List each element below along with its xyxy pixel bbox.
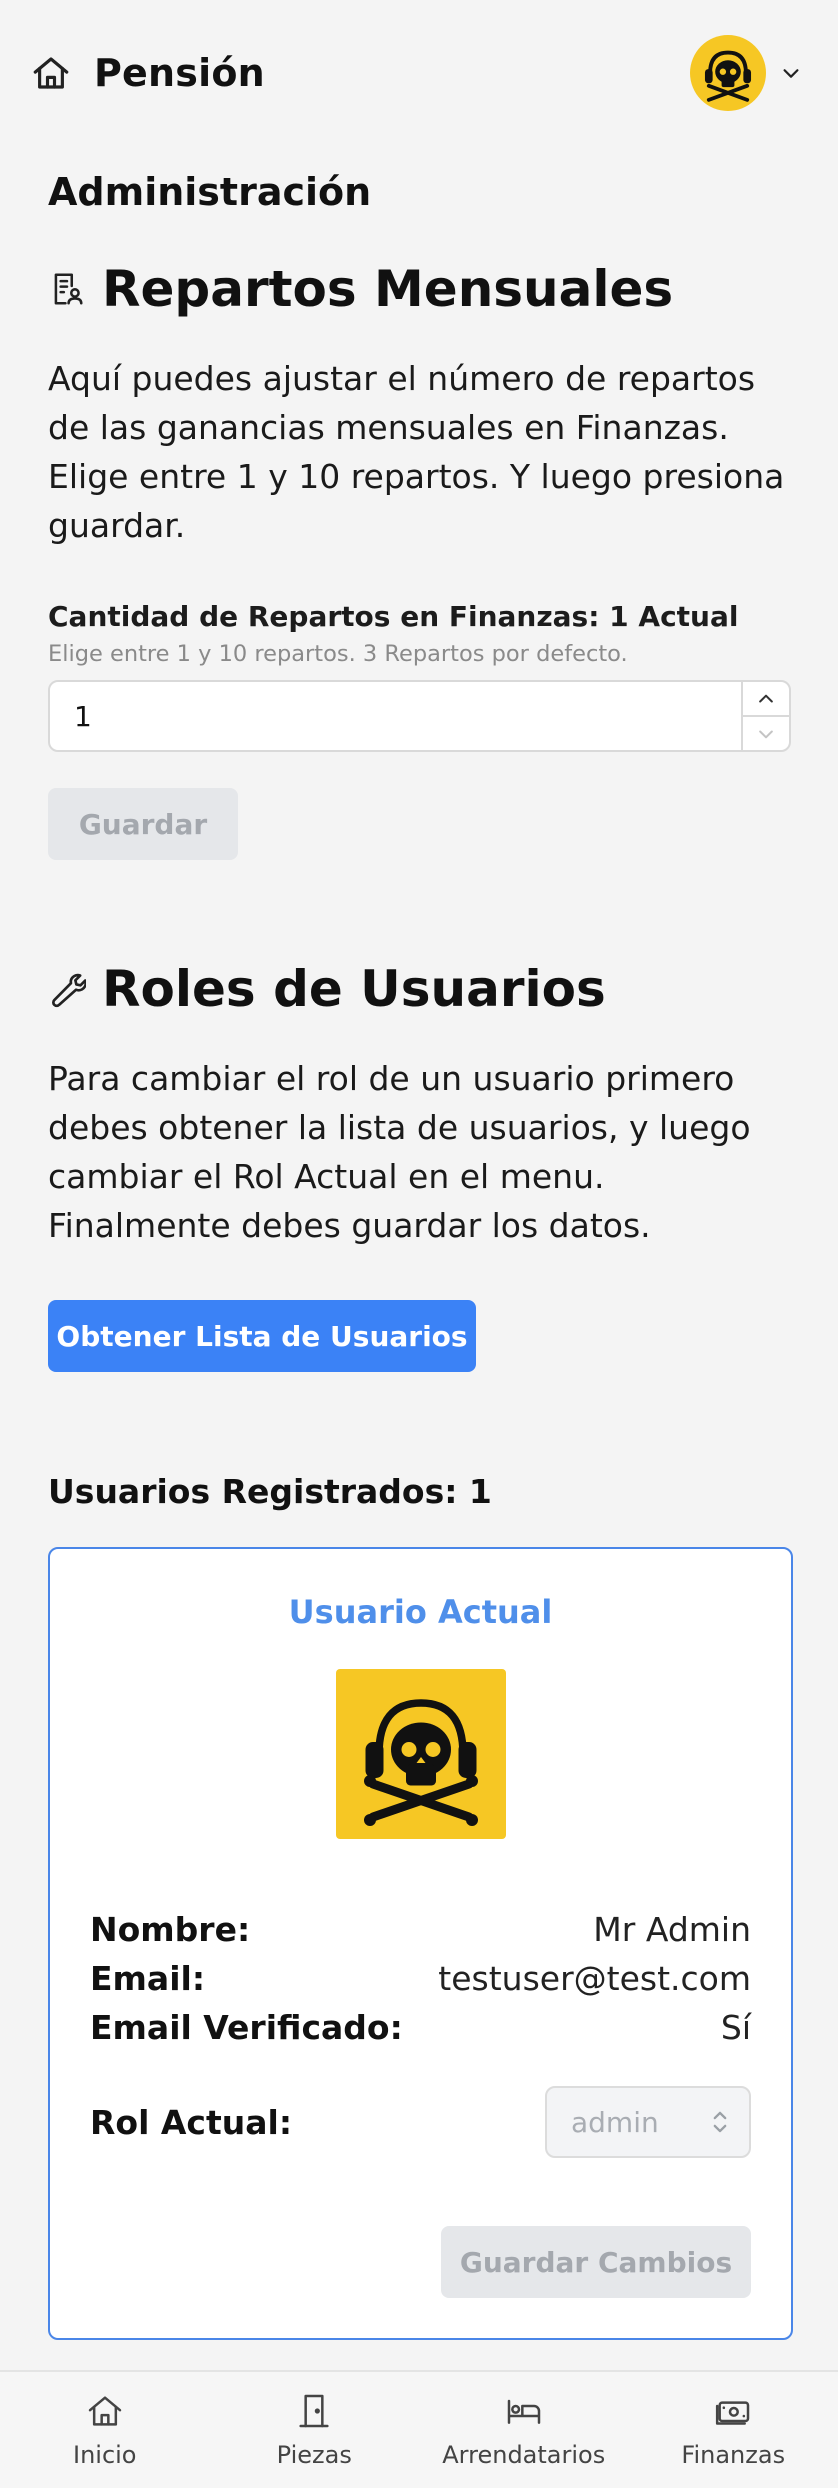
bottom-nav: Inicio Piezas Arrendatarios Finanzas: [0, 2370, 838, 2488]
nav-label: Inicio: [72, 2441, 137, 2469]
repartos-quantity-value[interactable]: 1: [50, 682, 741, 750]
role-label: Rol Actual:: [90, 2102, 293, 2142]
repartos-heading: Repartos Mensuales: [48, 260, 791, 318]
nav-item-inicio[interactable]: Inicio: [0, 2372, 210, 2488]
nav-label: Finanzas: [681, 2441, 786, 2469]
nav-item-arrendatarios[interactable]: Arrendatarios: [419, 2372, 629, 2488]
home-link[interactable]: Pensión: [30, 51, 265, 95]
user-avatar: [335, 1669, 506, 1839]
repartos-field-help: Elige entre 1 y 10 repartos. 3 Repartos …: [48, 641, 628, 667]
home-icon: [33, 56, 69, 89]
quantity-stepper[interactable]: [741, 682, 789, 750]
info-row-email-verified: Email Verificado: Sí: [90, 2003, 751, 2052]
role-row: Rol Actual: admin: [90, 2086, 751, 2158]
roles-heading: Roles de Usuarios: [48, 960, 791, 1018]
nav-item-piezas[interactable]: Piezas: [210, 2372, 420, 2488]
decrement-button[interactable]: [743, 715, 789, 750]
registered-users-count: Usuarios Registrados: 1: [48, 1472, 492, 1511]
repartos-title: Repartos Mensuales: [102, 260, 674, 318]
door-icon: [299, 2394, 329, 2428]
bed-icon: [507, 2399, 540, 2424]
money-icon: [716, 2401, 750, 2425]
chevron-down-icon: [759, 730, 773, 738]
user-info: Nombre: Mr Admin Email: testuser@test.co…: [50, 1905, 791, 2158]
nav-label: Arrendatarios: [442, 2441, 606, 2469]
fetch-users-button[interactable]: Obtener Lista de Usuarios: [48, 1300, 476, 1372]
user-menu-button[interactable]: [690, 34, 802, 111]
nav-label: Piezas: [276, 2441, 352, 2469]
skull-headphones-avatar: [363, 1699, 478, 1826]
roles-title: Roles de Usuarios: [102, 960, 606, 1018]
increment-button[interactable]: [743, 682, 789, 715]
avatar: [690, 34, 766, 111]
info-key: Nombre:: [90, 1910, 251, 1949]
chevron-down-icon: [783, 68, 799, 78]
page-title: Administración: [48, 170, 372, 214]
save-repartos-button[interactable]: Guardar: [48, 788, 238, 860]
info-key: Email:: [90, 1959, 206, 1998]
info-value: Sí: [720, 2008, 751, 2047]
repartos-description: Aquí puedes ajustar el número de reparto…: [48, 359, 785, 545]
role-select-value: admin: [571, 2105, 659, 2139]
role-select[interactable]: admin: [545, 2086, 751, 2158]
info-row-email: Email: testuser@test.com: [90, 1954, 751, 2003]
wrench-icon: [52, 973, 86, 1008]
info-value: Mr Admin: [593, 1910, 751, 1949]
nav-item-finanzas[interactable]: Finanzas: [629, 2372, 838, 2488]
repartos-quantity-input[interactable]: 1: [48, 680, 791, 752]
top-bar: Pensión: [0, 0, 838, 145]
roles-description: Para cambiar el rol de un usuario primer…: [48, 1059, 751, 1245]
receipt-user-icon: [54, 273, 83, 305]
info-row-name: Nombre: Mr Admin: [90, 1905, 751, 1954]
user-card-title: Usuario Actual: [288, 1593, 553, 1631]
app-title: Pensión: [94, 50, 265, 95]
info-key: Email Verificado:: [90, 2008, 403, 2047]
save-changes-button[interactable]: Guardar Cambios: [441, 2226, 751, 2298]
chevron-up-icon: [759, 694, 773, 702]
skull-headphones-avatar: [704, 50, 752, 102]
repartos-field-label: Cantidad de Repartos en Finanzas: 1 Actu…: [48, 600, 739, 633]
info-value: testuser@test.com: [438, 1959, 751, 1998]
home-icon: [88, 2396, 121, 2426]
select-updown-icon: [713, 2111, 727, 2133]
user-card: Usuario Actual Nombre: Mr Admin Email: t…: [48, 1547, 793, 2340]
admin-content: Administración Repartos Mensuales Aquí p…: [48, 170, 793, 2340]
